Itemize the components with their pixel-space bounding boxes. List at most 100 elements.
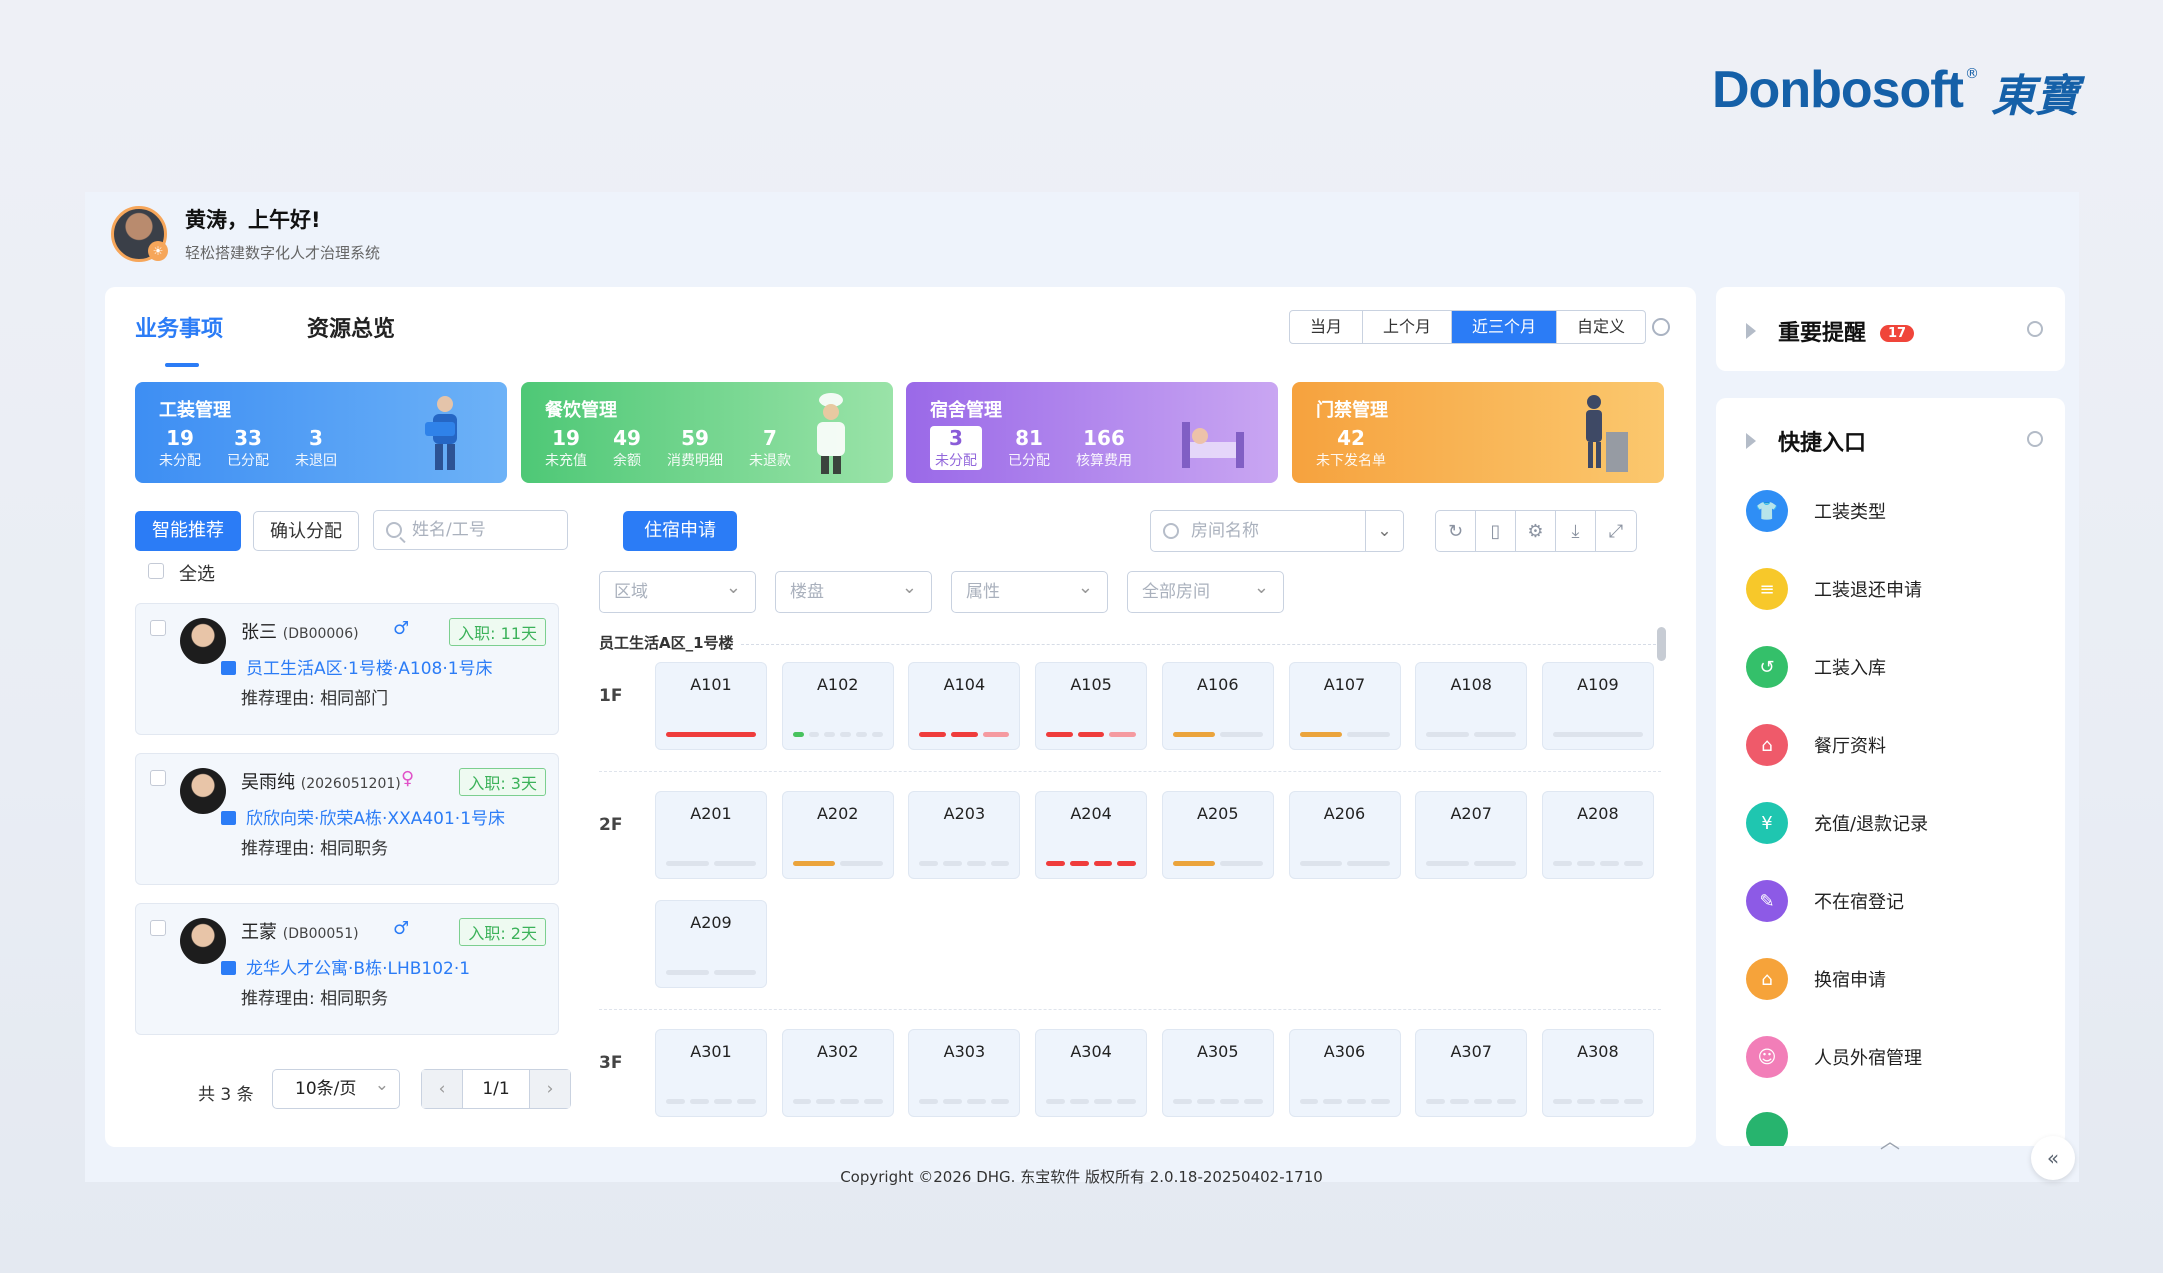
- smart-recommend-button[interactable]: 智能推荐: [135, 511, 241, 551]
- room-card[interactable]: A308: [1541, 1029, 1654, 1117]
- room-card[interactable]: A202: [781, 791, 894, 879]
- period-this-month[interactable]: 当月: [1290, 311, 1364, 343]
- period-custom[interactable]: 自定义: [1557, 311, 1645, 343]
- filter-area[interactable]: 区域: [599, 568, 756, 613]
- stat[interactable]: 33 已分配: [227, 426, 269, 470]
- room-card[interactable]: A301: [655, 1029, 767, 1117]
- gear-icon[interactable]: [1652, 318, 1670, 336]
- employee-location[interactable]: 龙华人才公寓·B栋·LHB102·1: [246, 959, 470, 979]
- room-card[interactable]: A204: [1035, 791, 1148, 879]
- room-card[interactable]: A302: [781, 1029, 894, 1117]
- room-card[interactable]: A209: [655, 900, 767, 988]
- period-last-month[interactable]: 上个月: [1363, 311, 1453, 343]
- confirm-assign-button[interactable]: 确认分配: [253, 511, 359, 551]
- room-card[interactable]: A304: [1035, 1029, 1148, 1117]
- stat[interactable]: 19 未充值: [545, 426, 587, 470]
- download-icon[interactable]: ⤓: [1556, 511, 1596, 551]
- quick-entry-title[interactable]: 快捷入口: [1746, 425, 1866, 457]
- stat[interactable]: 19 未分配: [159, 426, 201, 470]
- room-search-input[interactable]: 房间名称 ⌄: [1150, 510, 1404, 552]
- stat[interactable]: 7 未退款: [749, 426, 791, 470]
- room-card[interactable]: A102: [781, 662, 894, 750]
- room-card[interactable]: A306: [1288, 1029, 1401, 1117]
- card-catering[interactable]: 餐饮管理 19 未充值 49 余额 59 消费明细 7 未退款: [521, 382, 893, 483]
- room-card[interactable]: A104: [908, 662, 1021, 750]
- room-card[interactable]: A105: [1035, 662, 1148, 750]
- bed-status: [1299, 861, 1390, 866]
- quick-entry-item[interactable]: ☺ 人员外宿管理: [1746, 1036, 1922, 1078]
- filter-rooms[interactable]: 全部房间: [1127, 568, 1284, 613]
- card-dormitory[interactable]: 宿舍管理 3 未分配 81 已分配 166 核算费用: [906, 382, 1278, 483]
- bed-status: [919, 1099, 1010, 1104]
- employee-location[interactable]: 欣欣向荣·欣荣A栋·XXA401·1号床: [246, 809, 505, 829]
- room-card[interactable]: A107: [1288, 662, 1401, 750]
- lodging-apply-button[interactable]: 住宿申请: [623, 511, 737, 551]
- bed-indicator: [792, 1099, 812, 1104]
- quick-entry-item[interactable]: ✎ 不在宿登记: [1746, 880, 1904, 922]
- name-search-input[interactable]: 姓名/工号: [373, 510, 568, 550]
- export-icon[interactable]: ▯: [1476, 511, 1516, 551]
- filter-building[interactable]: 楼盘: [775, 568, 932, 613]
- room-card[interactable]: A205: [1161, 791, 1274, 879]
- gear-icon[interactable]: [2027, 321, 2043, 337]
- filter-attribute[interactable]: 属性: [951, 568, 1108, 613]
- room-card[interactable]: A109: [1541, 662, 1654, 750]
- toolbar: ↻ ▯ ⚙ ⤓ ⤢: [1435, 510, 1637, 552]
- quick-entry-item[interactable]: ≡ 工装退还申请: [1746, 568, 1922, 610]
- row-checkbox[interactable]: [150, 620, 166, 636]
- card-access[interactable]: 门禁管理 42 未下发名单: [1292, 382, 1664, 483]
- employee-location[interactable]: 员工生活A区·1号楼·A108·1号床: [246, 659, 493, 679]
- room-card[interactable]: A108: [1415, 662, 1528, 750]
- stat[interactable]: 49 余额: [613, 426, 641, 470]
- room-number: A306: [1323, 1042, 1366, 1061]
- quick-entry-item[interactable]: ⌂ 餐厅资料: [1746, 724, 1886, 766]
- quick-entry-item[interactable]: ⌂ 换宿申请: [1746, 958, 1886, 1000]
- gear-icon[interactable]: [2027, 431, 2043, 447]
- refresh-icon[interactable]: ↻: [1436, 511, 1476, 551]
- list-item[interactable]: 吴雨纯 (2026051201) ♀ 入职: 3天 欣欣向荣·欣荣A栋·XXA4…: [135, 753, 559, 885]
- next-page-button[interactable]: ›: [530, 1070, 570, 1108]
- row-checkbox[interactable]: [150, 920, 166, 936]
- room-card[interactable]: A208: [1541, 791, 1654, 879]
- room-card[interactable]: A307: [1415, 1029, 1528, 1117]
- room-card[interactable]: A305: [1161, 1029, 1274, 1117]
- page-size-select[interactable]: 10条/页: [272, 1066, 400, 1109]
- period-three-months[interactable]: 近三个月: [1452, 311, 1558, 343]
- select-all-checkbox[interactable]: [148, 563, 164, 579]
- chevron-down-icon[interactable]: ⌄: [1365, 511, 1403, 551]
- room-card[interactable]: A207: [1415, 791, 1528, 879]
- quick-entry-item[interactable]: ↺ 工装入库: [1746, 646, 1886, 688]
- settings-icon[interactable]: ⚙: [1516, 511, 1556, 551]
- fullscreen-icon[interactable]: ⤢: [1596, 511, 1636, 551]
- room-card[interactable]: A201: [655, 791, 767, 879]
- stat[interactable]: 59 消费明细: [667, 426, 723, 470]
- stat[interactable]: 3 未分配: [930, 426, 982, 470]
- room-card[interactable]: A303: [908, 1029, 1021, 1117]
- quick-entry-label: 换宿申请: [1814, 970, 1886, 991]
- list-item[interactable]: 张三 (DB00006) ♂ 入职: 11天 员工生活A区·1号楼·A108·1…: [135, 603, 559, 735]
- room-card[interactable]: A106: [1161, 662, 1274, 750]
- list-item[interactable]: 王蒙 (DB00051) ♂ 入职: 2天 龙华人才公寓·B栋·LHB102·1…: [135, 903, 559, 1035]
- bed-status: [1426, 1099, 1517, 1104]
- stat[interactable]: 166 核算费用: [1076, 426, 1132, 470]
- stat[interactable]: 42 未下发名单: [1316, 426, 1386, 470]
- scrollbar[interactable]: [1657, 627, 1666, 661]
- room-card[interactable]: A206: [1288, 791, 1401, 879]
- quick-entry-item[interactable]: ¥ 充值/退款记录: [1746, 802, 1928, 844]
- bed-status: [1172, 732, 1263, 737]
- tab-resources[interactable]: 资源总览: [307, 311, 395, 343]
- reminder-title[interactable]: 重要提醒 17: [1746, 315, 1915, 347]
- stat[interactable]: 81 已分配: [1008, 426, 1050, 470]
- tab-business[interactable]: 业务事项: [135, 311, 223, 367]
- yuan-icon: ¥: [1746, 802, 1788, 844]
- prev-page-button[interactable]: ‹: [422, 1070, 462, 1108]
- room-card[interactable]: A101: [655, 662, 767, 750]
- row-checkbox[interactable]: [150, 770, 166, 786]
- stat[interactable]: 3 未退回: [295, 426, 337, 470]
- bed-indicator: [1552, 861, 1572, 866]
- avatar[interactable]: ☀: [111, 205, 168, 262]
- room-card[interactable]: A203: [908, 791, 1021, 879]
- quick-entry-item[interactable]: 👕 工装类型: [1746, 490, 1886, 532]
- card-uniform[interactable]: 工装管理 19 未分配 33 已分配 3 未退回: [135, 382, 507, 483]
- chevron-up-icon[interactable]: ︿: [1880, 1125, 1900, 1154]
